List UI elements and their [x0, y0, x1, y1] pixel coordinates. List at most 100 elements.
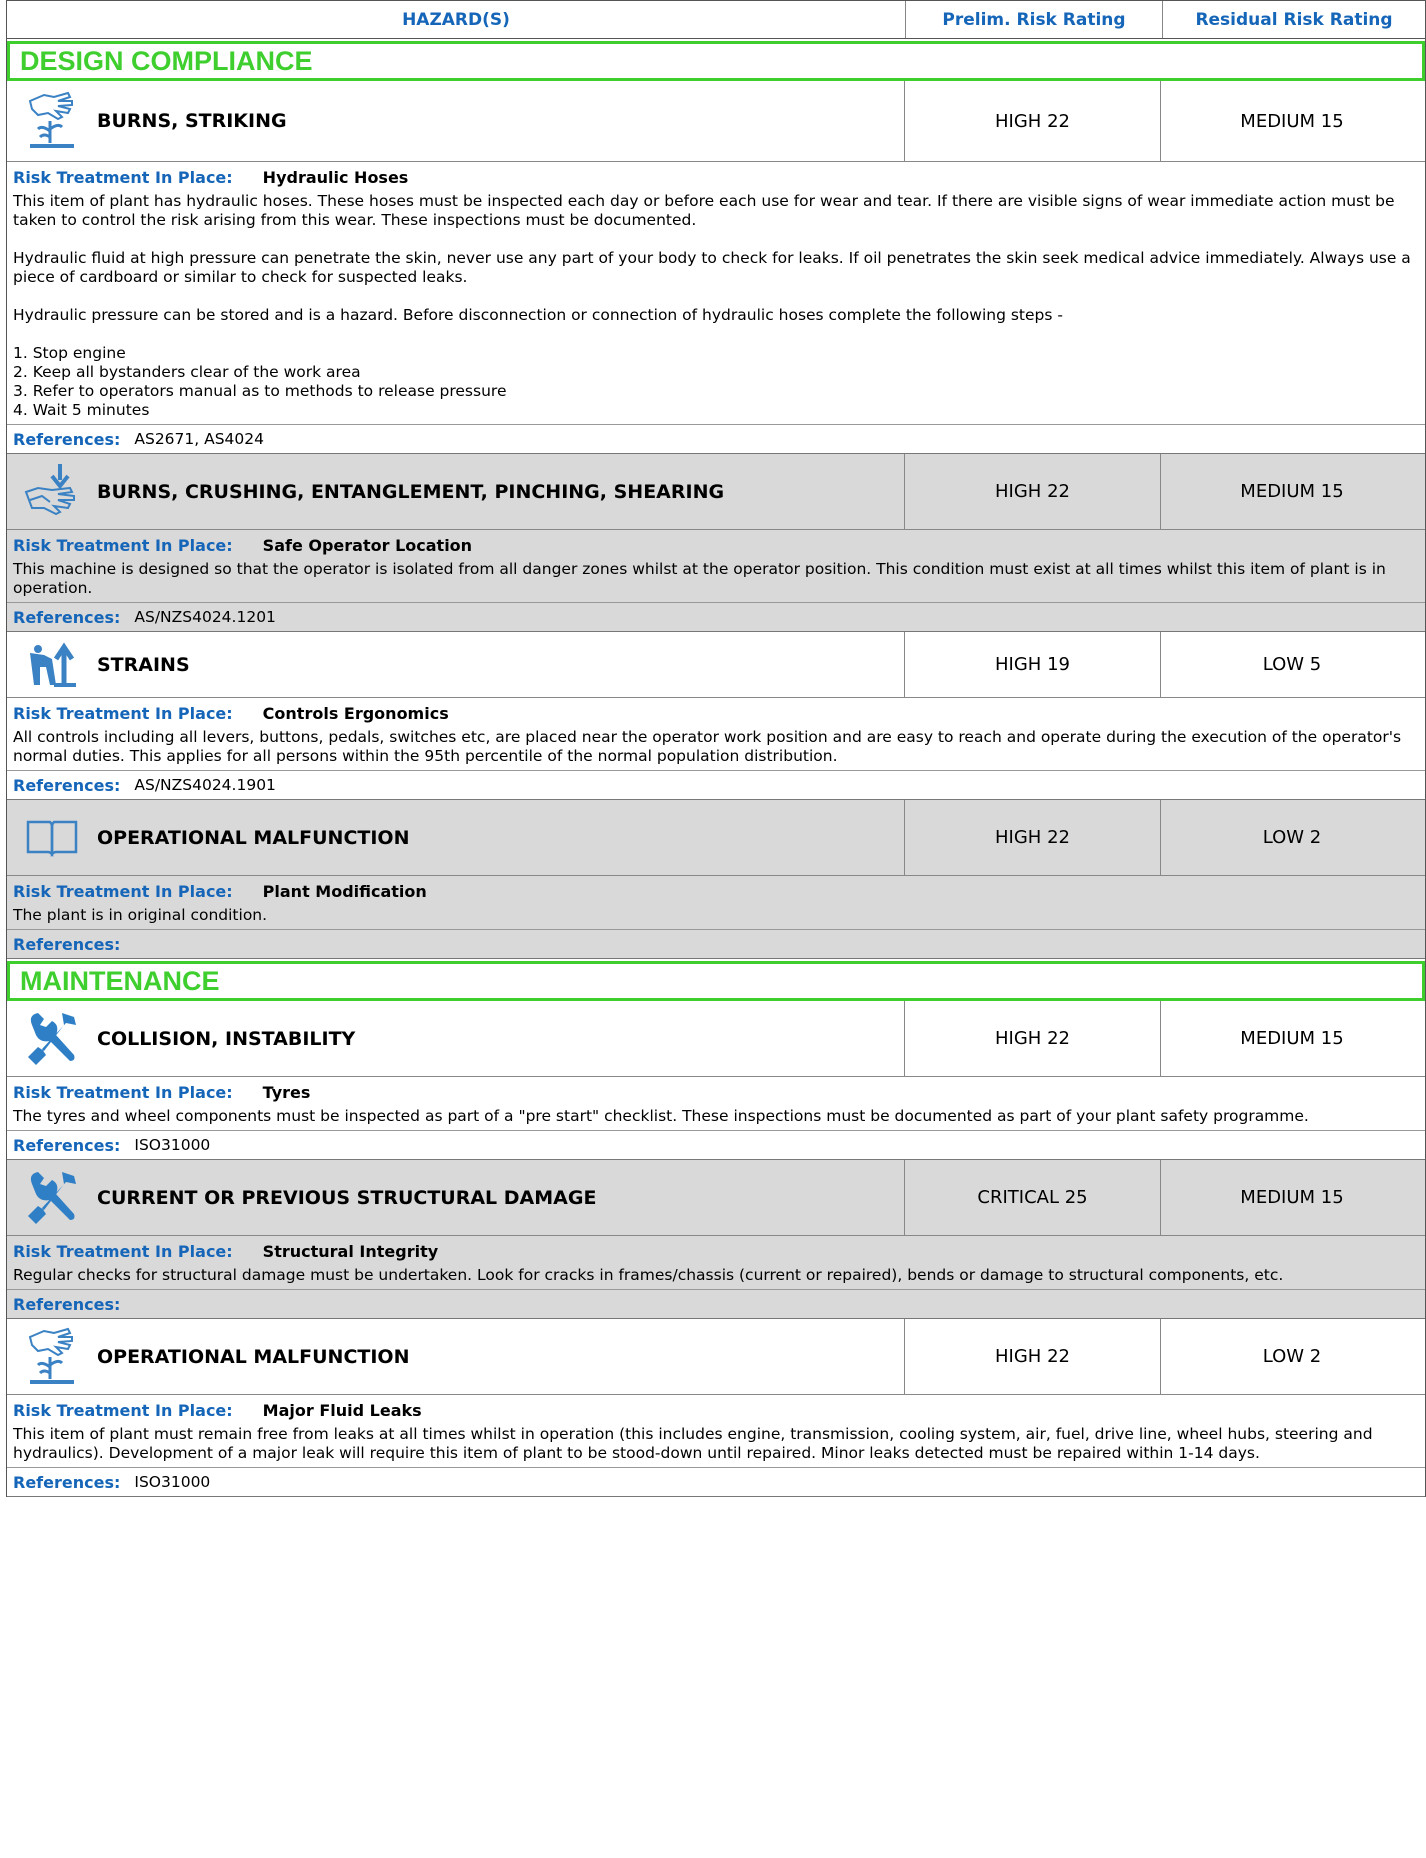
hazard-row: BURNS, STRIKING HIGH 22 MEDIUM 15 — [7, 81, 1425, 162]
hazard-description: This machine is designed so that the ope… — [7, 560, 1425, 603]
section-title: DESIGN COMPLIANCE — [20, 45, 313, 76]
references-row: References: AS2671, AS4024 — [7, 425, 1425, 453]
hazard-description: This item of plant has hydraulic hoses. … — [7, 192, 1425, 425]
residual-risk-rating: LOW 2 — [1262, 1346, 1322, 1367]
hazard-block: BURNS, CRUSHING, ENTANGLEMENT, PINCHING,… — [7, 454, 1425, 632]
prelim-risk-rating: HIGH 19 — [905, 632, 1161, 697]
hazard-row: CURRENT OR PREVIOUS STRUCTURAL DAMAGE CRI… — [7, 1160, 1425, 1236]
hazard-title: OPERATIONAL MALFUNCTION — [97, 1345, 410, 1368]
hand-plant-icon — [7, 91, 97, 151]
references-label: References: — [13, 934, 121, 954]
risk-treatment-label: Risk Treatment In Place: — [13, 1241, 233, 1261]
risk-treatment-row: Risk Treatment In Place: Hydraulic Hoses — [7, 162, 1425, 192]
risk-treatment-value: Tyres — [262, 1082, 311, 1102]
hazard-title: OPERATIONAL MALFUNCTION — [97, 826, 410, 849]
residual-risk-rating: MEDIUM 15 — [1240, 1187, 1344, 1208]
references-row: References: — [7, 930, 1425, 958]
hazard-title: STRAINS — [97, 653, 190, 676]
prelim-risk-rating: HIGH 22 — [905, 81, 1161, 161]
description-paragraph: The plant is in original condition. — [13, 906, 268, 924]
hazard-title: CURRENT OR PREVIOUS STRUCTURAL DAMAGE — [97, 1186, 597, 1209]
hazard-name-cell: OPERATIONAL MALFUNCTION — [7, 800, 905, 875]
risk-treatment-value: Structural Integrity — [262, 1241, 439, 1261]
wrench-screwdriver-icon — [7, 1009, 97, 1069]
hazards-column-header: HAZARD(S) — [7, 1, 906, 38]
hazard-row: STRAINS HIGH 19 LOW 5 — [7, 632, 1425, 698]
hand-plant-icon — [7, 1327, 97, 1387]
hazard-name-cell: OPERATIONAL MALFUNCTION — [7, 1319, 905, 1394]
sections-container: DESIGN COMPLIANCE BURNS, STRIKING HIGH 22 M… — [7, 41, 1425, 1497]
hazard-row: COLLISION, INSTABILITY HIGH 22 MEDIUM 15 — [7, 1001, 1425, 1077]
references-row: References: ISO31000 — [7, 1131, 1425, 1159]
hazard-title: COLLISION, INSTABILITY — [97, 1027, 356, 1050]
description-paragraph: This item of plant must remain free from… — [13, 1425, 1373, 1462]
hazard-name-cell: CURRENT OR PREVIOUS STRUCTURAL DAMAGE — [7, 1160, 905, 1235]
references-label: References: — [13, 1294, 121, 1314]
references-label: References: — [13, 1135, 121, 1155]
residual-risk-rating: LOW 5 — [1262, 654, 1322, 675]
references-label: References: — [13, 1472, 121, 1492]
prelim-risk-rating: CRITICAL 25 — [905, 1160, 1161, 1235]
references-value: AS/NZS4024.1201 — [134, 608, 276, 626]
residual-risk-rating: MEDIUM 15 — [1240, 481, 1344, 502]
references-label: References: — [13, 775, 121, 795]
hazard-name-cell: BURNS, CRUSHING, ENTANGLEMENT, PINCHING,… — [7, 454, 905, 529]
references-value: AS/NZS4024.1901 — [134, 776, 276, 794]
references-row: References: AS/NZS4024.1201 — [7, 603, 1425, 631]
residual-rating-column-header: Residual Risk Rating — [1195, 9, 1393, 30]
description-paragraph: Hydraulic pressure can be stored and is … — [13, 306, 1063, 324]
hazard-block: COLLISION, INSTABILITY HIGH 22 MEDIUM 15 Ri… — [7, 1001, 1425, 1160]
risk-treatment-label: Risk Treatment In Place: — [13, 1082, 233, 1102]
risk-treatment-row: Risk Treatment In Place: Major Fluid Leak… — [7, 1395, 1425, 1425]
hazard-description: The tyres and wheel components must be i… — [7, 1107, 1425, 1131]
references-value: AS2671, AS4024 — [134, 430, 265, 448]
description-paragraph: All controls including all levers, butto… — [13, 728, 1402, 765]
residual-risk-rating: MEDIUM 15 — [1240, 1028, 1344, 1049]
risk-treatment-row: Risk Treatment In Place: Controls Ergonom… — [7, 698, 1425, 728]
prelim-risk-rating: HIGH 22 — [905, 454, 1161, 529]
references-row: References: ISO31000 — [7, 1468, 1425, 1496]
hazard-description: The plant is in original condition. — [7, 906, 1425, 930]
hazard-description: Regular checks for structural damage mus… — [7, 1266, 1425, 1290]
residual-risk-rating: MEDIUM 15 — [1240, 110, 1344, 132]
hand-arrow-icon — [7, 462, 97, 522]
hazard-block: STRAINS HIGH 19 LOW 5 Risk Treatment In Pla… — [7, 632, 1425, 800]
prelim-rating-column-header: Prelim. Risk Rating — [906, 1, 1163, 38]
hazard-description: All controls including all levers, butto… — [7, 728, 1425, 771]
risk-treatment-row: Risk Treatment In Place: Tyres — [7, 1077, 1425, 1107]
risk-treatment-value: Safe Operator Location — [262, 535, 473, 555]
open-book-icon — [7, 818, 97, 858]
risk-treatment-label: Risk Treatment In Place: — [13, 1400, 233, 1420]
hazard-name-cell: BURNS, STRIKING — [7, 81, 905, 161]
hazard-row: BURNS, CRUSHING, ENTANGLEMENT, PINCHING,… — [7, 454, 1425, 530]
hazard-title: BURNS, STRIKING — [97, 110, 287, 132]
description-paragraph: The tyres and wheel components must be i… — [13, 1107, 1309, 1125]
risk-treatment-value: Plant Modification — [262, 881, 427, 901]
hazard-name-cell: COLLISION, INSTABILITY — [7, 1001, 905, 1076]
references-label: References: — [13, 429, 121, 449]
risk-treatment-label: Risk Treatment In Place: — [13, 881, 233, 901]
risk-treatment-value: Controls Ergonomics — [262, 703, 449, 723]
description-paragraph: Regular checks for structural damage mus… — [13, 1266, 1284, 1284]
description-paragraph: Hydraulic fluid at high pressure can pen… — [13, 249, 1411, 286]
description-paragraph: This item of plant has hydraulic hoses. … — [13, 192, 1395, 229]
section-header: DESIGN COMPLIANCE — [7, 41, 1425, 81]
hazard-description: This item of plant must remain free from… — [7, 1425, 1425, 1468]
references-value: ISO31000 — [134, 1136, 211, 1154]
risk-assessment-document: HAZARD(S) Prelim. Risk Rating Residual R… — [6, 0, 1426, 1497]
references-value: ISO31000 — [134, 1473, 211, 1491]
hazard-row: OPERATIONAL MALFUNCTION HIGH 22 LOW 2 — [7, 800, 1425, 876]
description-paragraph: This machine is designed so that the ope… — [13, 560, 1386, 597]
risk-treatment-label: Risk Treatment In Place: — [13, 535, 233, 555]
risk-treatment-value: Major Fluid Leaks — [262, 1400, 422, 1420]
wrench-screwdriver-icon — [7, 1168, 97, 1228]
hazard-title: BURNS, CRUSHING, ENTANGLEMENT, PINCHING,… — [97, 480, 725, 503]
risk-treatment-row: Risk Treatment In Place: Structural Integ… — [7, 1236, 1425, 1266]
description-paragraph: 1. Stop engine 2. Keep all bystanders cl… — [13, 344, 507, 419]
prelim-risk-rating: HIGH 22 — [905, 800, 1161, 875]
hazard-block: OPERATIONAL MALFUNCTION HIGH 22 LOW 2 Risk … — [7, 1319, 1425, 1497]
references-label: References: — [13, 607, 121, 627]
risk-treatment-label: Risk Treatment In Place: — [13, 167, 233, 187]
section-title: MAINTENANCE — [20, 965, 220, 996]
residual-risk-rating: LOW 2 — [1262, 827, 1322, 848]
